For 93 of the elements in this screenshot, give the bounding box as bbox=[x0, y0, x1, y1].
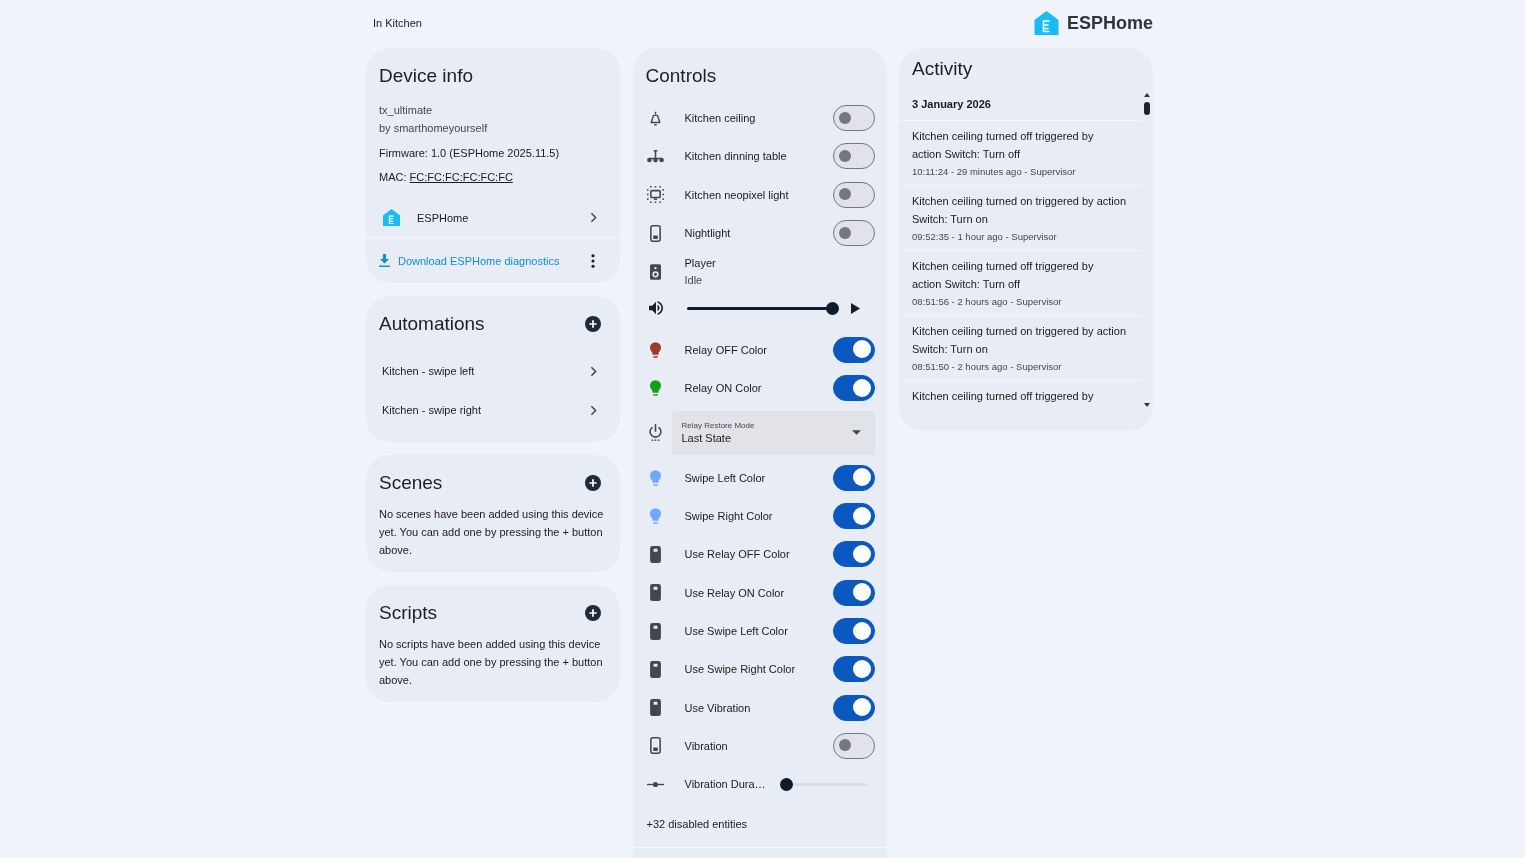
entity-name: Use Swipe Left Color bbox=[684, 625, 788, 637]
activity-message: Kitchen ceiling turned off triggered by action Switch: Turn off bbox=[912, 259, 1095, 292]
chevron-right-icon bbox=[590, 212, 597, 223]
toggle-switch[interactable] bbox=[832, 375, 875, 402]
house-logo-icon bbox=[1033, 11, 1059, 35]
toggle-switch[interactable] bbox=[832, 541, 875, 568]
more-vert-icon bbox=[591, 253, 595, 268]
entity-name: Vibration bbox=[684, 739, 728, 752]
download-icon bbox=[379, 254, 390, 267]
mac-link[interactable]: FC:FC:FC:FC:FC:FC bbox=[409, 171, 513, 183]
ambient-light-icon bbox=[647, 186, 664, 204]
play-icon bbox=[851, 302, 860, 314]
toggle-switch-icon bbox=[650, 699, 661, 717]
empty-state-text: No scenes have been added using this device yet. You can add one by pressing the + button above. bbox=[378, 507, 605, 558]
slider-thumb[interactable] bbox=[826, 301, 839, 315]
activity-meta: 09:52:35 - 1 hour ago - Supervisor bbox=[912, 230, 1058, 244]
plus-circle-icon bbox=[585, 475, 601, 491]
entity-name: Relay OFF Color bbox=[684, 343, 768, 356]
activity-message: Kitchen ceiling turned on triggered by action Switch: Turn on bbox=[912, 194, 1128, 227]
more-options-button[interactable] bbox=[591, 253, 595, 268]
activity-message: Kitchen ceiling turned on triggered by action Switch: Turn on bbox=[912, 324, 1128, 357]
toggle-switch[interactable] bbox=[832, 143, 875, 170]
integration-item[interactable]: ESPHome bbox=[366, 198, 620, 238]
toggle-switch[interactable] bbox=[832, 181, 875, 208]
activity-meta: 08:51:56 - 2 hours ago - Supervisor bbox=[912, 295, 1063, 309]
automation-item[interactable]: Kitchen - swipe left bbox=[366, 351, 620, 391]
date-heading: 3 January 2026 bbox=[912, 98, 991, 110]
toggle-switch[interactable] bbox=[832, 618, 875, 644]
chevron-right-icon bbox=[590, 404, 597, 416]
empty-state-text: No scripts have been added using this device yet. You can add one by pressing the + button above. bbox=[378, 637, 604, 688]
entity-name: Kitchen ceiling bbox=[684, 112, 756, 125]
toggle-switch[interactable] bbox=[832, 336, 875, 363]
activity-meta: 08:51:50 - 2 hours ago - Supervisor bbox=[912, 360, 1063, 374]
power-icon bbox=[649, 424, 662, 442]
slider-thumb[interactable] bbox=[780, 777, 794, 791]
toggle-switch[interactable] bbox=[832, 503, 875, 530]
plus-circle-icon bbox=[585, 605, 601, 621]
entity-name: Vibration Dura… bbox=[684, 778, 766, 791]
card-title: Scripts bbox=[379, 601, 438, 625]
entity-name: Kitchen neopixel light bbox=[684, 188, 789, 201]
chandelier-icon bbox=[647, 149, 664, 163]
toggle-switch-icon bbox=[650, 584, 661, 602]
toggle-switch[interactable] bbox=[832, 220, 875, 247]
toggle-switch[interactable] bbox=[832, 656, 875, 683]
add-button[interactable] bbox=[585, 475, 601, 491]
toggle-switch-icon bbox=[650, 545, 661, 563]
plus-circle-icon bbox=[585, 316, 601, 332]
activity-message: Kitchen ceiling turned off triggered by action Switch: Turn off bbox=[912, 129, 1095, 162]
ceiling-light-icon bbox=[650, 110, 661, 126]
entity-name: Player bbox=[684, 256, 716, 272]
toggle-switch-icon bbox=[650, 660, 661, 678]
chevron-right-icon bbox=[590, 365, 597, 377]
volume-icon bbox=[648, 301, 663, 316]
toggle-switch[interactable] bbox=[832, 694, 875, 721]
toggle-switch[interactable] bbox=[832, 732, 875, 759]
card-title: Automations bbox=[379, 312, 485, 336]
card-title: Controls bbox=[645, 64, 717, 88]
firmware-text: Firmware: 1.0 (ESPHome 2025.11.5) bbox=[379, 145, 561, 161]
entity-name: Kitchen dinning table bbox=[684, 150, 787, 163]
add-button[interactable] bbox=[585, 316, 601, 332]
logo-text: ESPHome bbox=[1066, 12, 1153, 34]
line-dot-icon bbox=[647, 780, 664, 788]
speaker-icon bbox=[650, 264, 661, 281]
card-title: Activity bbox=[912, 57, 973, 81]
toggle-switch[interactable] bbox=[832, 579, 875, 606]
mac-text: MAC: FC:FC:FC:FC:FC:FC bbox=[379, 170, 514, 185]
activity-meta: 10:11:24 - 29 minutes ago - Supervisor bbox=[912, 165, 1077, 179]
entity-name: Relay ON Color bbox=[684, 382, 762, 395]
model-text: tx_ultimate bbox=[379, 103, 434, 118]
card-title: Device info bbox=[379, 64, 473, 88]
volume-button[interactable] bbox=[646, 300, 665, 317]
toggle-switch-icon bbox=[650, 224, 661, 242]
entity-name: Use Vibration bbox=[684, 701, 751, 714]
entity-name: Swipe Right Color bbox=[684, 510, 773, 523]
entity-name: Nightlight bbox=[684, 227, 731, 240]
entity-name: Use Relay ON Color bbox=[684, 586, 785, 599]
dropdown-select[interactable]: Relay Restore Mode Last State bbox=[671, 410, 875, 455]
toggle-switch[interactable] bbox=[832, 464, 875, 491]
entity-name: Use Relay OFF Color bbox=[684, 548, 790, 561]
breadcrumb-text: In Kitchen bbox=[373, 17, 422, 29]
entity-name: Swipe Left Color bbox=[684, 471, 766, 484]
entity-name: Use Swipe Right Color bbox=[684, 663, 796, 676]
caret-down-icon bbox=[851, 430, 861, 436]
manufacturer-text: by smarthomeyourself bbox=[379, 121, 489, 136]
house-icon bbox=[383, 209, 400, 226]
automation-item[interactable]: Kitchen - swipe right bbox=[366, 390, 620, 430]
entity-state: Idle bbox=[684, 273, 704, 289]
activity-message: Kitchen ceiling turned off triggered by bbox=[912, 389, 1095, 404]
toggle-switch-icon bbox=[650, 622, 661, 640]
toggle-switch[interactable] bbox=[832, 105, 875, 132]
toggle-switch-icon bbox=[650, 737, 661, 755]
card-title: Scenes bbox=[379, 471, 443, 495]
add-button[interactable] bbox=[585, 605, 601, 621]
